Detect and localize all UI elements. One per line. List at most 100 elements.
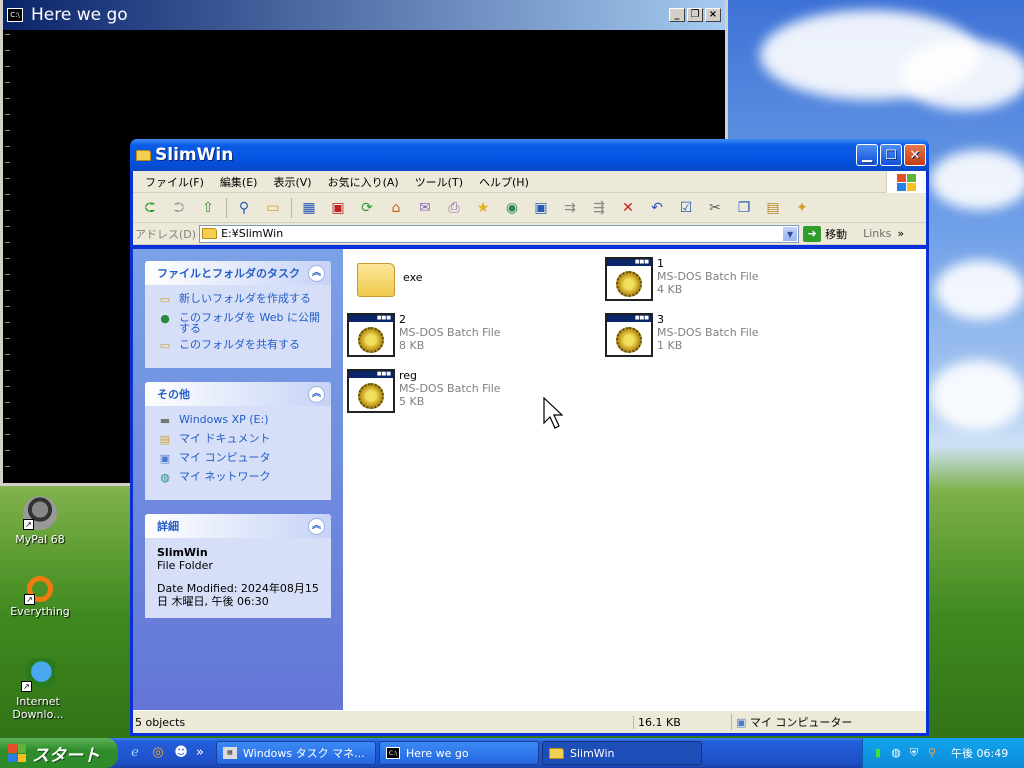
- computer-icon: ▣: [736, 716, 747, 729]
- links-button[interactable]: Links: [863, 227, 891, 240]
- folders-icon[interactable]: ▭: [262, 197, 284, 219]
- task-publish-web[interactable]: ● このフォルダを Web に公開する: [157, 312, 321, 334]
- taskbar-button-explorer[interactable]: SlimWin: [542, 741, 702, 765]
- history-icon[interactable]: ◉: [501, 197, 523, 219]
- details-name: SlimWin: [157, 546, 208, 559]
- restore-button[interactable]: ❐: [687, 8, 703, 22]
- up-folder-icon[interactable]: ⇧: [197, 197, 219, 219]
- quick-launch-more[interactable]: »: [195, 744, 205, 762]
- menu-favorites[interactable]: お気に入り(A): [320, 174, 407, 190]
- file-item-reg[interactable]: ■■■ reg MS-DOS Batch File 5 KB: [347, 369, 501, 413]
- file-item-3[interactable]: ■■■ 3 MS-DOS Batch File 1 KB: [605, 313, 759, 357]
- properties-icon[interactable]: ☑: [675, 197, 697, 219]
- chevron-right-icon[interactable]: »: [897, 227, 904, 240]
- file-type: MS-DOS Batch File: [399, 326, 501, 339]
- copy-icon[interactable]: ❐: [733, 197, 755, 219]
- menu-help[interactable]: ヘルプ(H): [471, 174, 537, 190]
- close-button[interactable]: ✕: [904, 144, 926, 166]
- file-type: MS-DOS Batch File: [399, 382, 501, 395]
- menu-edit[interactable]: 編集(E): [212, 174, 266, 190]
- file-size: 1 KB: [657, 339, 683, 352]
- ie-icon[interactable]: ℯ: [126, 744, 144, 762]
- console-titlebar[interactable]: C:\ Here we go _ ❐ ×: [3, 0, 725, 30]
- chevron-down-icon[interactable]: ▼: [782, 225, 799, 242]
- minimize-button[interactable]: ▁: [856, 144, 878, 166]
- search-icon[interactable]: ⚲: [925, 746, 939, 760]
- start-button[interactable]: スタート: [0, 738, 118, 768]
- cut-icon[interactable]: ✂: [704, 197, 726, 219]
- collapse-icon[interactable]: ︽: [308, 385, 325, 403]
- print-icon[interactable]: ⎙: [443, 197, 465, 219]
- taskbar-button-console[interactable]: C:\ Here we go: [379, 741, 539, 765]
- panel-header[interactable]: ファイルとフォルダのタスク ︽: [145, 261, 331, 285]
- place-my-documents[interactable]: ▤ マイ ドキュメント: [157, 433, 321, 447]
- refresh-icon[interactable]: ⟳: [356, 197, 378, 219]
- menu-tools[interactable]: ツール(T): [407, 174, 471, 190]
- favorites-icon[interactable]: ★: [472, 197, 494, 219]
- copy-to-icon[interactable]: ⇶: [588, 197, 610, 219]
- cloud: [900, 40, 1024, 110]
- views-icon[interactable]: ▦: [298, 197, 320, 219]
- desktop-icon-everything[interactable]: ↗ Everything: [2, 576, 78, 618]
- collapse-icon[interactable]: ︽: [308, 264, 325, 282]
- status-object-count: 5 objects: [135, 715, 186, 729]
- taskbar-button-task-manager[interactable]: ▤ Windows タスク マネ...: [216, 741, 376, 765]
- place-my-computer[interactable]: ▣ マイ コンピュータ: [157, 452, 321, 466]
- undo-icon[interactable]: ↶: [646, 197, 668, 219]
- move-to-icon[interactable]: ⇉: [559, 197, 581, 219]
- fullscreen-icon[interactable]: ▣: [530, 197, 552, 219]
- place-my-network[interactable]: ◍ マイ ネットワーク: [157, 471, 321, 485]
- folder-icon: [357, 263, 395, 297]
- task-share-folder[interactable]: ▭ このフォルダを共有する: [157, 339, 321, 353]
- mail-icon[interactable]: ✉: [414, 197, 436, 219]
- details-modified: Date Modified: 2024年08月15日 木曜日, 午後 06:30: [157, 582, 319, 608]
- stop-icon[interactable]: ▣: [327, 197, 349, 219]
- forward-icon[interactable]: ⮊: [168, 197, 190, 219]
- panel-header[interactable]: その他 ︽: [145, 382, 331, 406]
- panel-title: その他: [157, 388, 190, 401]
- search-icon[interactable]: ⚲: [233, 197, 255, 219]
- desktop-icon-idm[interactable]: ↗ Internet Downlo...: [0, 658, 76, 721]
- collapse-icon[interactable]: ︽: [308, 517, 325, 535]
- shield-icon[interactable]: ⛨: [907, 746, 921, 760]
- panel-title: ファイルとフォルダのタスク: [157, 267, 300, 280]
- file-name: reg: [399, 369, 418, 382]
- go-label: 移動: [825, 227, 848, 241]
- new-folder-icon[interactable]: ✦: [791, 197, 813, 219]
- desktop-icon-mypal[interactable]: ↗ MyPal 68: [2, 496, 78, 546]
- opera-icon[interactable]: ◎: [149, 744, 167, 762]
- go-arrow-icon: ➜: [803, 225, 822, 242]
- place-drive-e[interactable]: ▬ Windows XP (E:): [157, 414, 321, 428]
- batch-file-icon: ■■■: [605, 313, 653, 357]
- network-icon[interactable]: ◍: [889, 746, 903, 760]
- menu-bar: ファイル(F) 編集(E) 表示(V) お気に入り(A) ツール(T) ヘルプ(…: [133, 171, 926, 193]
- explorer-window[interactable]: SlimWin ▁ ☐ ✕ ファイル(F) 編集(E) 表示(V) お気に入り(…: [130, 139, 929, 736]
- back-icon[interactable]: ⮈: [139, 197, 161, 219]
- minimize-button[interactable]: _: [669, 8, 685, 22]
- delete-icon[interactable]: ✕: [617, 197, 639, 219]
- panel-header[interactable]: 詳細 ︽: [145, 514, 331, 538]
- file-name: 3: [657, 313, 664, 326]
- close-button[interactable]: ×: [705, 8, 721, 22]
- maximize-button[interactable]: ☐: [880, 144, 902, 166]
- menu-file[interactable]: ファイル(F): [137, 174, 212, 190]
- task-label: このフォルダを共有する: [179, 338, 300, 351]
- explorer-titlebar[interactable]: SlimWin ▁ ☐ ✕: [130, 139, 929, 171]
- file-type: MS-DOS Batch File: [657, 326, 759, 339]
- battery-icon[interactable]: ▮: [871, 746, 885, 760]
- file-item-2[interactable]: ■■■ 2 MS-DOS Batch File 8 KB: [347, 313, 501, 357]
- file-item-exe[interactable]: exe: [351, 257, 423, 297]
- panel-title: 詳細: [157, 520, 179, 533]
- go-button[interactable]: ➜ 移動: [803, 225, 848, 242]
- console-title: Here we go: [31, 5, 128, 25]
- home-icon[interactable]: ⌂: [385, 197, 407, 219]
- clock[interactable]: 午後 06:49: [951, 745, 1008, 761]
- paste-icon[interactable]: ▤: [762, 197, 784, 219]
- file-item-1[interactable]: ■■■ 1 MS-DOS Batch File 4 KB: [605, 257, 759, 301]
- address-input[interactable]: E:¥SlimWin ▼: [199, 224, 800, 243]
- idm-icon: ↗: [21, 658, 55, 692]
- task-new-folder[interactable]: ▭ 新しいフォルダを作成する: [157, 293, 321, 307]
- windows-logo-icon: [886, 171, 926, 193]
- menu-view[interactable]: 表示(V): [265, 174, 319, 190]
- raccoon-icon[interactable]: ☻: [172, 744, 190, 762]
